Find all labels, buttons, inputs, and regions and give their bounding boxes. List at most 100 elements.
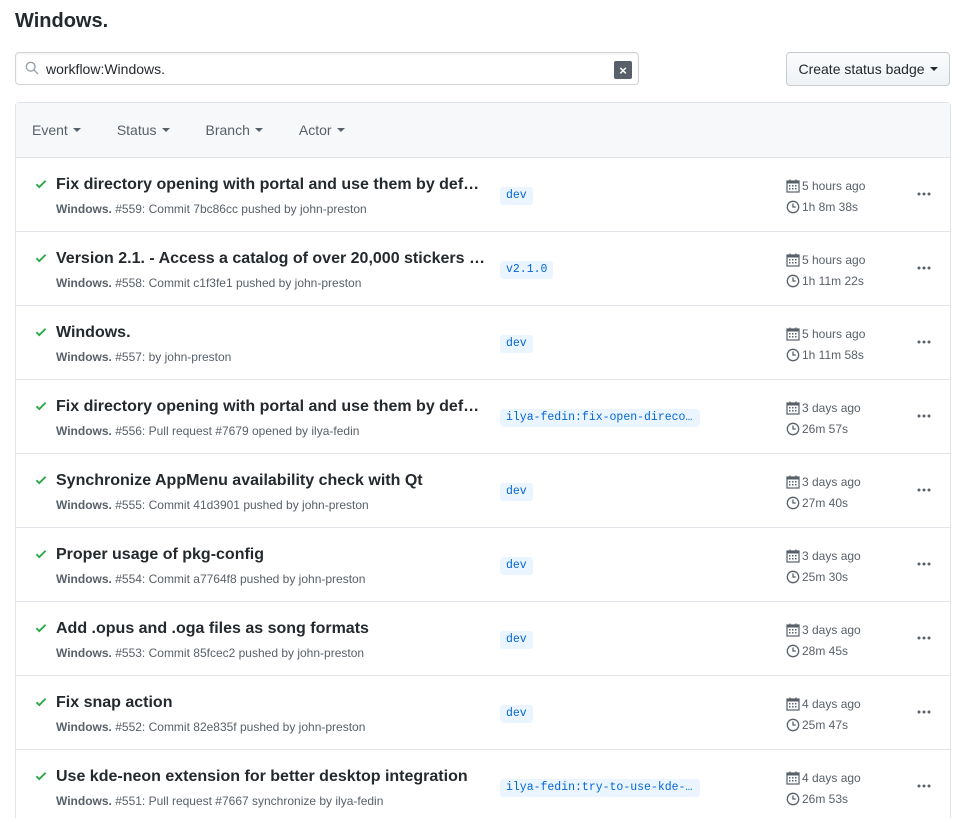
more-options-button[interactable] <box>916 260 932 276</box>
run-duration-text: 25m 47s <box>802 718 849 732</box>
branch-label[interactable]: ilya-fedin:fix-open-direcor… <box>500 409 700 427</box>
search-icon <box>25 61 39 75</box>
run-started-text: 4 days ago <box>802 697 861 711</box>
run-row[interactable]: Fix snap action Windows. #552: Commit 82… <box>16 676 950 750</box>
check-icon <box>35 772 47 781</box>
branch-label[interactable]: ilya-fedin:try-to-use-kde-n… <box>500 779 700 797</box>
run-workflow-name: Windows. <box>56 572 112 586</box>
run-duration: 26m 57s <box>786 422 848 436</box>
branch-label[interactable]: dev <box>500 557 533 575</box>
run-row[interactable]: Proper usage of pkg-config Windows. #554… <box>16 528 950 602</box>
calendar-icon <box>786 179 800 193</box>
branch-label[interactable]: dev <box>500 483 533 501</box>
run-started-text: 3 days ago <box>802 623 861 637</box>
calendar-icon <box>786 253 800 267</box>
run-duration-text: 1h 11m 58s <box>802 348 864 362</box>
create-status-badge-label: Create status badge <box>798 61 925 77</box>
run-row[interactable]: Fix directory opening with portal and us… <box>16 158 950 232</box>
run-duration-text: 1h 11m 22s <box>802 274 864 288</box>
run-started: 4 days ago <box>786 697 861 711</box>
more-options-button[interactable] <box>916 482 932 498</box>
run-meta-text: #551: Pull request #7667 synchronize by … <box>115 794 384 808</box>
run-title[interactable]: Fix directory opening with portal and us… <box>56 398 486 416</box>
run-title[interactable]: Windows. <box>56 324 131 342</box>
runs-container: Fix directory opening with portal and us… <box>16 158 950 818</box>
branch-label[interactable]: v2.1.0 <box>500 261 554 279</box>
run-title[interactable]: Use kde-neon extension for better deskto… <box>56 768 468 786</box>
create-status-badge-button[interactable]: Create status badge <box>786 52 950 86</box>
calendar-icon <box>786 697 800 711</box>
run-title[interactable]: Synchronize AppMenu availability check w… <box>56 472 423 490</box>
filter-status-label: Status <box>116 122 157 138</box>
run-meta: Windows. #553: Commit 85fcec2 pushed by … <box>56 646 364 660</box>
calendar-icon <box>786 771 800 785</box>
run-meta: Windows. #558: Commit c1f3fe1 pushed by … <box>56 276 361 290</box>
more-options-button[interactable] <box>916 704 932 720</box>
filter-actor[interactable]: Actor <box>299 122 345 138</box>
run-started: 5 hours ago <box>786 179 865 193</box>
run-row[interactable]: Synchronize AppMenu availability check w… <box>16 454 950 528</box>
more-options-button[interactable] <box>916 186 932 202</box>
branch-label[interactable]: dev <box>500 631 533 649</box>
run-row[interactable]: Version 2.1. - Access a catalog of over … <box>16 232 950 306</box>
clock-icon <box>786 422 800 436</box>
run-duration-text: 25m 30s <box>802 570 849 584</box>
kebab-horizontal-icon <box>917 266 931 270</box>
run-meta: Windows. #555: Commit 41d3901 pushed by … <box>56 498 369 512</box>
run-workflow-name: Windows. <box>56 276 112 290</box>
filter-branch[interactable]: Branch <box>206 122 263 138</box>
clock-icon <box>786 348 800 362</box>
branch-label[interactable]: dev <box>500 335 533 353</box>
run-duration: 28m 45s <box>786 644 848 658</box>
calendar-icon <box>786 623 800 637</box>
run-meta-text: #554: Commit a7764f8 pushed by john-pres… <box>115 572 366 586</box>
more-options-button[interactable] <box>916 408 932 424</box>
run-started: 5 hours ago <box>786 327 865 341</box>
run-workflow-name: Windows. <box>56 720 112 734</box>
run-duration: 25m 47s <box>786 718 848 732</box>
run-started: 3 days ago <box>786 401 861 415</box>
filter-status[interactable]: Status <box>117 122 170 138</box>
branch-label[interactable]: dev <box>500 705 533 723</box>
run-title[interactable]: Add .opus and .oga files as song formats <box>56 620 369 638</box>
run-started-text: 5 hours ago <box>802 179 866 193</box>
run-title[interactable]: Fix snap action <box>56 694 172 712</box>
calendar-icon <box>786 475 800 489</box>
caret-down-icon <box>336 128 345 132</box>
search-input[interactable] <box>46 53 606 84</box>
run-title[interactable]: Proper usage of pkg-config <box>56 546 264 564</box>
clear-search-button[interactable]: × <box>614 61 632 79</box>
run-row[interactable]: Windows. Windows. #557: by john-preston … <box>16 306 950 380</box>
filter-actor-label: Actor <box>298 122 332 138</box>
run-meta: Windows. #556: Pull request #7679 opened… <box>56 424 359 438</box>
run-started-text: 5 hours ago <box>802 253 866 267</box>
calendar-icon <box>786 549 800 563</box>
more-options-button[interactable] <box>916 556 932 572</box>
run-title[interactable]: Version 2.1. - Access a catalog of over … <box>56 250 486 268</box>
run-title[interactable]: Fix directory opening with portal and us… <box>56 176 486 194</box>
run-row[interactable]: Fix directory opening with portal and us… <box>16 380 950 454</box>
filter-event[interactable]: Event <box>32 122 81 138</box>
run-started: 3 days ago <box>786 623 861 637</box>
check-icon <box>35 698 47 707</box>
more-options-button[interactable] <box>916 778 932 794</box>
caret-down-icon <box>929 67 938 71</box>
workflow-runs-list: Event Status Branch Actor Fix directory … <box>15 102 951 818</box>
run-duration: 1h 8m 38s <box>786 200 858 214</box>
run-workflow-name: Windows. <box>56 498 112 512</box>
search-box[interactable]: × <box>15 52 639 85</box>
check-icon <box>35 254 47 263</box>
run-started: 5 hours ago <box>786 253 865 267</box>
run-meta-text: #559: Commit 7bc86cc pushed by john-pres… <box>115 202 367 216</box>
more-options-button[interactable] <box>916 630 932 646</box>
check-icon <box>35 402 47 411</box>
run-row[interactable]: Use kde-neon extension for better deskto… <box>16 750 950 818</box>
kebab-horizontal-icon <box>917 710 931 714</box>
run-row[interactable]: Add .opus and .oga files as song formats… <box>16 602 950 676</box>
run-started: 4 days ago <box>786 771 861 785</box>
check-icon <box>35 328 47 337</box>
run-duration: 25m 30s <box>786 570 848 584</box>
more-options-button[interactable] <box>916 334 932 350</box>
branch-label[interactable]: dev <box>500 187 533 205</box>
check-icon <box>35 180 47 189</box>
